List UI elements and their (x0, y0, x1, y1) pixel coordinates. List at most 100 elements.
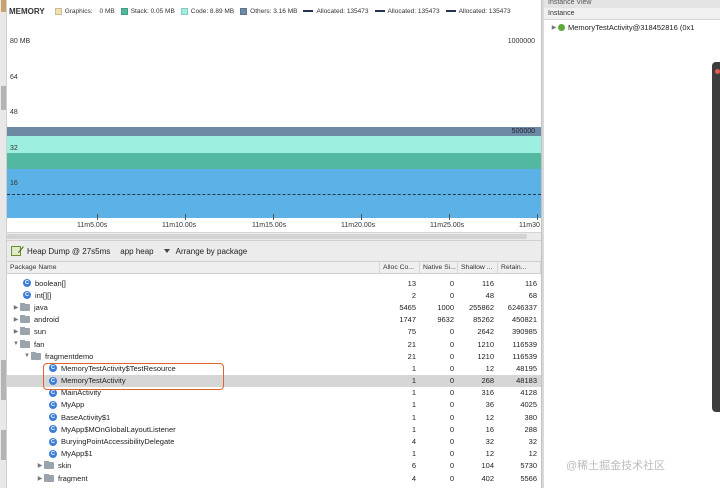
expand-arrow-icon[interactable]: ▶ (36, 462, 44, 470)
table-row[interactable]: Cint[][] 2 0 48 68 (7, 289, 541, 301)
x-tick-mark (537, 214, 538, 220)
legend-graphics: Graphics: 0 MB (54, 7, 115, 15)
table-row[interactable]: ▶ java 5465 1000 255862 6246337 (7, 301, 541, 313)
watermark: @稀土掘金技术社区 (566, 460, 666, 472)
table-row[interactable]: ▶ skin 6 0 104 5730 (7, 460, 541, 472)
strip-marker (1, 0, 6, 12)
instance-icon (558, 23, 565, 31)
y-axis-label: 16 (10, 180, 18, 187)
folder-icon (31, 351, 41, 360)
folder-icon (20, 315, 30, 324)
strip-marker (1, 86, 6, 110)
column-header-alloc-count[interactable]: Alloc Co... (380, 262, 420, 273)
x-tick-mark (361, 214, 362, 220)
class-icon: C (49, 449, 57, 458)
heap-dump-toolbar: Heap Dump @ 27s5ms app heap Arrange by p… (7, 240, 541, 262)
memory-chart: MEMORY Graphics: 0 MB Stack: 0.05 MB Cod… (7, 0, 541, 240)
folder-icon (20, 327, 30, 336)
code-swatch-icon (180, 7, 188, 15)
y-axis-right-label: 500000 (511, 128, 535, 135)
heap-table: Package Name Alloc Co... Native Si... Sh… (7, 262, 541, 488)
table-row[interactable]: Cboolean[] 13 0 116 116 (7, 277, 541, 289)
overlay-window-edge (712, 62, 720, 412)
expand-arrow-icon[interactable]: ▶ (12, 328, 20, 336)
x-tick-mark (449, 214, 450, 220)
class-icon: C (49, 388, 57, 397)
x-tick-label: 11m15.00s (252, 222, 287, 229)
table-row[interactable]: C MemoryTestActivity$TestResource 1 0 12 … (7, 362, 541, 374)
allocated-dash-icon (303, 10, 314, 12)
x-tick-label: 11m5.00s (77, 222, 108, 229)
expand-arrow-icon[interactable]: ▶ (12, 316, 20, 324)
memory-title: MEMORY (9, 6, 45, 16)
expand-arrow-icon[interactable]: ▶ (550, 23, 558, 31)
x-tick-mark (273, 214, 274, 220)
x-tick-mark (185, 214, 186, 220)
x-tick-label: 11m30 (519, 222, 540, 229)
x-tick-label: 11m10.00s (162, 222, 197, 229)
y-axis-label: 32 (10, 145, 18, 152)
class-icon: C (49, 376, 57, 385)
table-row[interactable]: C MyApp 1 0 36 4025 (7, 399, 541, 411)
heap-select[interactable]: app heap (120, 247, 153, 256)
table-row[interactable]: ▼ fan 21 0 1210 116539 (7, 338, 541, 350)
class-icon: C (23, 291, 31, 300)
class-icon: C (49, 425, 57, 434)
arrange-select[interactable]: Arrange by package (163, 247, 247, 256)
y-axis-label: 80 MB (10, 38, 31, 45)
heap-dump-label: Heap Dump @ 27s5ms (27, 246, 111, 256)
collapse-arrow-icon[interactable]: ▼ (12, 340, 20, 348)
strip-marker (1, 430, 6, 460)
x-tick-mark (97, 214, 98, 220)
column-header-shallow-size[interactable]: Shallow ... (458, 262, 498, 273)
class-icon: C (23, 279, 31, 288)
chevron-down-icon (163, 249, 170, 253)
folder-icon (44, 473, 54, 482)
column-header-retained-size[interactable]: Retain... (498, 262, 541, 273)
y-axis-label: 64 (10, 74, 18, 81)
legend-allocated: Allocated: 135473 (374, 8, 440, 15)
instance-column-header[interactable]: Instance (544, 8, 720, 20)
table-row[interactable]: ▶ android 1747 9632 85262 450821 (7, 314, 541, 326)
table-row-selected[interactable]: C MemoryTestActivity 1 0 268 48183 (7, 374, 541, 387)
class-icon: C (49, 413, 57, 422)
y-axis-right-label: 1000000 (507, 38, 535, 45)
table-row[interactable]: C BaseActivity$1 1 0 12 380 (7, 411, 541, 423)
others-band (7, 127, 541, 136)
close-dot-icon[interactable] (715, 69, 720, 74)
x-tick-label: 11m20.00s (341, 222, 376, 229)
folder-icon (20, 302, 30, 311)
collapse-arrow-icon[interactable]: ▼ (23, 352, 31, 360)
legend-others: Others: 3.16 MB (240, 7, 297, 15)
legend-code: Code: 8.89 MB (180, 7, 234, 15)
table-row[interactable]: C MyApp$1 1 0 12 12 (7, 448, 541, 460)
table-row[interactable]: ▶ fragment 4 0 402 5566 (7, 472, 541, 484)
expand-arrow-icon[interactable]: ▶ (12, 303, 20, 311)
timeline-scrollbar-thumb[interactable] (7, 234, 527, 239)
table-row[interactable]: ▶ sun 75 0 2642 390985 (7, 326, 541, 338)
export-icon[interactable] (11, 246, 21, 256)
folder-icon (20, 339, 30, 348)
class-icon: C (49, 437, 57, 446)
table-row[interactable]: C BuryingPointAccessibilityDelegate 4 0 3… (7, 435, 541, 447)
memory-legend: MEMORY Graphics: 0 MB Stack: 0.05 MB Cod… (7, 0, 541, 22)
class-icon: C (49, 364, 57, 373)
instance-view-panel: Instance View Instance ▶ MemoryTestActiv… (544, 0, 720, 488)
stack-swatch-icon (120, 7, 128, 15)
legend-stack: Stack: 0.05 MB (120, 7, 175, 15)
strip-marker (1, 360, 6, 400)
table-row[interactable]: C MainActivity 1 0 316 4128 (7, 387, 541, 399)
timeline-scrollbar[interactable] (7, 232, 541, 240)
stack-band (7, 153, 541, 169)
instance-view-title: Instance View (544, 0, 720, 8)
legend-allocated: Allocated: 135473 (303, 8, 369, 15)
table-row[interactable]: ▼ fragmentdemo 21 0 1210 116539 (7, 350, 541, 362)
column-header-package-name[interactable]: Package Name (7, 262, 380, 273)
instance-item[interactable]: ▶ MemoryTestActivity@318452816 (0x1 (544, 20, 720, 34)
expand-arrow-icon[interactable]: ▶ (36, 474, 44, 482)
y-axis-label: 48 (10, 109, 18, 116)
table-row[interactable]: C MyApp$MOnGlobalLayoutListener 1 0 16 28… (7, 423, 541, 435)
class-icon: C (49, 400, 57, 409)
left-tool-strip (0, 0, 7, 488)
column-header-native-size[interactable]: Native Si... (420, 262, 458, 273)
